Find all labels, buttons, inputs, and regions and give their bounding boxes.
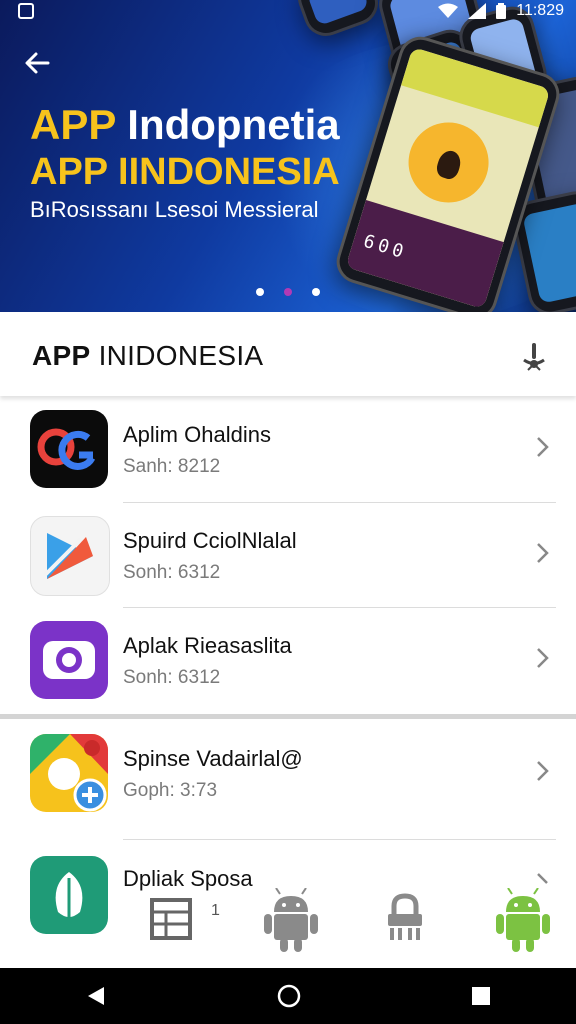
back-arrow-icon bbox=[25, 52, 50, 74]
app-name: Spinse Vadairlal@ bbox=[123, 746, 303, 771]
chevron-right-icon bbox=[537, 543, 549, 563]
carousel-indicator bbox=[0, 288, 576, 296]
app-icon-play bbox=[30, 516, 110, 596]
app-name: Spuird CciolNlalal bbox=[123, 528, 297, 553]
dock-badge: 1 bbox=[211, 902, 220, 919]
mic-icon bbox=[523, 343, 545, 371]
bottom-dock: 1 bbox=[0, 880, 576, 960]
section-separator bbox=[0, 714, 576, 719]
signal-icon bbox=[468, 3, 487, 19]
app-name: Aplak Rieasaslita bbox=[123, 633, 292, 658]
list-icon[interactable] bbox=[150, 898, 192, 940]
section-title: APP INIDONESIA bbox=[32, 340, 264, 371]
app-icon-og bbox=[30, 410, 108, 488]
hero-banner[interactable]: 600 APP Indopnetia APP IINDONESIA BıRosı… bbox=[0, 0, 576, 312]
hero-description: BıRosıssanı Lsesoi Messieral bbox=[30, 197, 319, 222]
chevron-right-icon bbox=[537, 437, 549, 457]
app-row[interactable]: Spinse Vadairlal@ Goph: 3:73 bbox=[0, 722, 576, 827]
hero-title-part1: APP bbox=[30, 101, 116, 148]
back-nav-icon[interactable] bbox=[84, 984, 108, 1008]
voice-search-button[interactable] bbox=[518, 340, 550, 372]
back-button[interactable] bbox=[22, 48, 56, 82]
android-icon[interactable] bbox=[262, 888, 320, 952]
chevron-right-icon bbox=[537, 648, 549, 668]
wifi-icon bbox=[438, 3, 459, 18]
app-row[interactable]: Spuird CciolNlalal Sonh: 6312 bbox=[0, 504, 576, 609]
carousel-dot[interactable] bbox=[312, 288, 320, 296]
hero-title: APP Indopnetia bbox=[30, 100, 340, 150]
app-subtitle: Sonh: 6312 bbox=[123, 562, 221, 583]
app-row[interactable]: Aplak Rieasaslita Sonh: 6312 bbox=[0, 609, 576, 714]
app-subtitle: Goph: 3:73 bbox=[123, 780, 218, 801]
notification-icon bbox=[18, 3, 34, 19]
divider bbox=[123, 607, 556, 608]
recents-nav-icon[interactable] bbox=[470, 985, 492, 1007]
section-header: APP INIDONESIA bbox=[0, 312, 576, 396]
divider bbox=[123, 502, 556, 503]
hero-subtitle: APP IINDONESIA bbox=[30, 151, 340, 193]
divider bbox=[123, 839, 556, 840]
battery-icon bbox=[496, 3, 507, 19]
app-icon-chat bbox=[30, 734, 108, 812]
lock-icon[interactable] bbox=[384, 892, 426, 942]
app-icon-camera bbox=[30, 621, 108, 699]
carousel-dot-active[interactable] bbox=[284, 288, 292, 296]
status-bar: 11:829 bbox=[0, 0, 576, 24]
chevron-right-icon bbox=[537, 761, 549, 781]
carousel-dot[interactable] bbox=[256, 288, 264, 296]
app-name: Aplim Ohaldins bbox=[123, 422, 271, 447]
status-time: 11:829 bbox=[516, 2, 564, 19]
app-subtitle: Sonh: 6312 bbox=[123, 667, 221, 688]
android-icon-green[interactable] bbox=[494, 888, 552, 952]
hero-title-part2: Indopnetia bbox=[127, 101, 340, 148]
home-nav-icon[interactable] bbox=[276, 983, 302, 1009]
system-navigation-bar bbox=[0, 968, 576, 1024]
app-subtitle: Sanh: 8212 bbox=[123, 456, 221, 477]
app-row[interactable]: Aplim Ohaldins Sanh: 8212 bbox=[0, 398, 576, 503]
